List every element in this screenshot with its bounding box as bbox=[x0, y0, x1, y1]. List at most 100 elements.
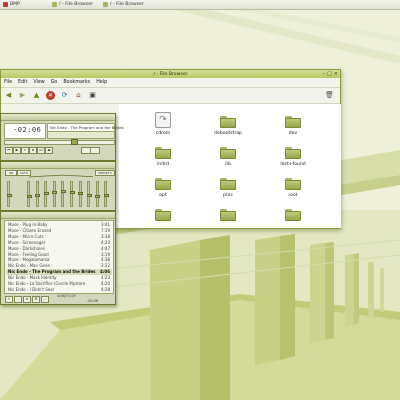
eq-band-slider-handle[interactable] bbox=[52, 191, 58, 195]
taskbar-item-bmp[interactable]: BMP bbox=[3, 1, 20, 8]
menu-view[interactable]: View bbox=[33, 80, 44, 85]
pause-button[interactable]: ⏸ bbox=[21, 147, 29, 154]
next-button[interactable]: ⏭ bbox=[37, 147, 45, 154]
playlist-window: Muse - Plug In Baby 3:41 Muse - Citizen Er… bbox=[0, 211, 116, 305]
previous-button[interactable]: ⏮ bbox=[5, 147, 13, 154]
playlist-list[interactable]: Muse - Plug In Baby 3:41 Muse - Citizen Er… bbox=[4, 220, 114, 294]
menu-help[interactable]: Help bbox=[96, 80, 107, 85]
eq-band-slider-handle[interactable] bbox=[86, 193, 92, 197]
misc-button[interactable]: ☰ bbox=[32, 296, 40, 303]
menu-edit[interactable]: Edit bbox=[18, 80, 27, 85]
play-button[interactable]: ▶ bbox=[13, 147, 21, 154]
eq-band-slider[interactable] bbox=[69, 181, 75, 207]
maximize-icon[interactable]: □ bbox=[327, 71, 332, 77]
file-item-label: lib bbox=[225, 162, 231, 167]
window-titlebar[interactable]: / - File Browser – □ × bbox=[1, 70, 340, 78]
taskbar-item-file-browser-2[interactable]: / - File Browser bbox=[103, 1, 144, 8]
folder-icon bbox=[155, 209, 171, 221]
file-item[interactable]: proc bbox=[198, 178, 258, 198]
folder-icon bbox=[155, 178, 171, 190]
media-player-window: -02:06 Nic Endo - The Program and the Br… bbox=[0, 113, 124, 161]
trash-icon[interactable]: 🗑 bbox=[325, 91, 334, 100]
eject-button[interactable]: ⏏ bbox=[45, 147, 53, 154]
eq-band-slider-handle[interactable] bbox=[69, 191, 75, 195]
folder-icon bbox=[285, 116, 301, 128]
minimize-icon[interactable]: – bbox=[323, 71, 326, 77]
file-item[interactable]: initrd bbox=[133, 147, 193, 167]
repeat-button[interactable] bbox=[90, 147, 100, 154]
eq-band-slider[interactable] bbox=[103, 181, 109, 207]
file-item[interactable]: lib bbox=[198, 147, 258, 167]
equalizer-window: ON AUTO PRESETS bbox=[0, 161, 116, 211]
folder-icon bbox=[285, 209, 301, 221]
file-item[interactable]: opt bbox=[133, 178, 193, 198]
toolbar: ◀ ▶ ▲ ✕ ⟳ ⌂ ▣ 🗑 bbox=[1, 88, 340, 104]
close-icon[interactable]: × bbox=[334, 71, 338, 77]
menu-go[interactable]: Go bbox=[51, 80, 58, 85]
reload-icon[interactable]: ⟳ bbox=[60, 91, 69, 100]
player-titlebar[interactable] bbox=[1, 114, 115, 121]
forward-icon[interactable]: ▶ bbox=[18, 91, 27, 100]
file-item[interactable] bbox=[198, 209, 258, 221]
track-length: 4:28 bbox=[101, 286, 110, 292]
file-item[interactable]: root bbox=[263, 178, 323, 198]
list-button[interactable]: … bbox=[41, 296, 49, 303]
eq-band-slider[interactable] bbox=[60, 181, 66, 207]
folder-icon bbox=[220, 209, 236, 221]
stop-button[interactable]: ⏹ bbox=[29, 147, 37, 154]
file-item-label: debootstrap bbox=[214, 131, 242, 136]
playlist-bottom-bar: + - ≡ ☰… 4:06/71:09 -02:06 bbox=[4, 294, 112, 304]
select-button[interactable]: ≡ bbox=[23, 296, 31, 303]
computer-icon[interactable]: ▣ bbox=[88, 91, 97, 100]
folder-icon bbox=[52, 2, 57, 7]
eq-band-slider-handle[interactable] bbox=[26, 194, 32, 198]
file-item[interactable]: ↷ cdrom bbox=[133, 112, 193, 136]
menu-bar: File Edit View Go Bookmarks Help bbox=[1, 78, 340, 88]
list-item[interactable]: Nic Endo - I Didn't Sear 4:28 bbox=[6, 287, 112, 293]
equalizer-titlebar[interactable] bbox=[1, 162, 115, 169]
taskbar: BMP / - File Browser / - File Browser bbox=[0, 0, 400, 10]
menu-file[interactable]: File bbox=[4, 80, 12, 85]
eq-band-slider[interactable] bbox=[35, 181, 41, 207]
playlist-total-time: 4:06/71:09 bbox=[57, 294, 76, 298]
eq-on-button[interactable]: ON bbox=[5, 170, 17, 176]
cdrom-icon: ↷ bbox=[155, 112, 171, 128]
stop-icon[interactable]: ✕ bbox=[46, 91, 55, 100]
remove-button[interactable]: - bbox=[14, 296, 22, 303]
playlist-titlebar[interactable] bbox=[1, 212, 115, 219]
file-item[interactable]: lost+found bbox=[263, 147, 323, 167]
eq-band-slider-handle[interactable] bbox=[35, 193, 41, 197]
eq-band-slider-handle[interactable] bbox=[78, 192, 84, 196]
app-icon bbox=[3, 2, 8, 7]
folder-icon bbox=[220, 178, 236, 190]
eq-band-slider-handle[interactable] bbox=[60, 190, 66, 194]
file-item-label: cdrom bbox=[155, 131, 171, 136]
eq-band-slider[interactable] bbox=[26, 181, 32, 207]
eq-preamp-slider-handle[interactable] bbox=[6, 193, 12, 197]
eq-band-slider[interactable] bbox=[52, 181, 58, 207]
file-item[interactable] bbox=[133, 209, 193, 221]
home-icon[interactable]: ⌂ bbox=[74, 91, 83, 100]
eq-band-slider[interactable] bbox=[95, 181, 101, 207]
eq-band-slider-handle[interactable] bbox=[43, 192, 49, 196]
add-button[interactable]: + bbox=[5, 296, 13, 303]
taskbar-item-file-browser-1[interactable]: / - File Browser bbox=[52, 1, 93, 8]
file-item[interactable]: dev bbox=[263, 116, 323, 136]
file-item[interactable]: debootstrap bbox=[198, 116, 258, 136]
seek-handle[interactable] bbox=[71, 139, 78, 145]
volume-balance-bar[interactable] bbox=[47, 131, 115, 139]
file-list-view[interactable]: ↷ cdrom debootstrap dev initrd lib lost+found o… bbox=[119, 104, 341, 228]
seek-bar[interactable] bbox=[4, 140, 115, 145]
menu-bookmarks[interactable]: Bookmarks bbox=[63, 80, 90, 85]
eq-preamp-slider[interactable] bbox=[6, 181, 12, 207]
back-icon[interactable]: ◀ bbox=[4, 91, 13, 100]
eq-presets-button[interactable]: PRESETS bbox=[95, 170, 115, 176]
eq-band-slider[interactable] bbox=[86, 181, 92, 207]
eq-band-slider-handle[interactable] bbox=[103, 193, 109, 197]
up-icon[interactable]: ▲ bbox=[32, 91, 41, 100]
playlist-remaining-time: -02:06 bbox=[87, 299, 98, 303]
eq-band-slider-handle[interactable] bbox=[95, 194, 101, 198]
file-item[interactable] bbox=[263, 209, 323, 221]
eq-band-slider[interactable] bbox=[78, 181, 84, 207]
eq-band-slider[interactable] bbox=[43, 181, 49, 207]
